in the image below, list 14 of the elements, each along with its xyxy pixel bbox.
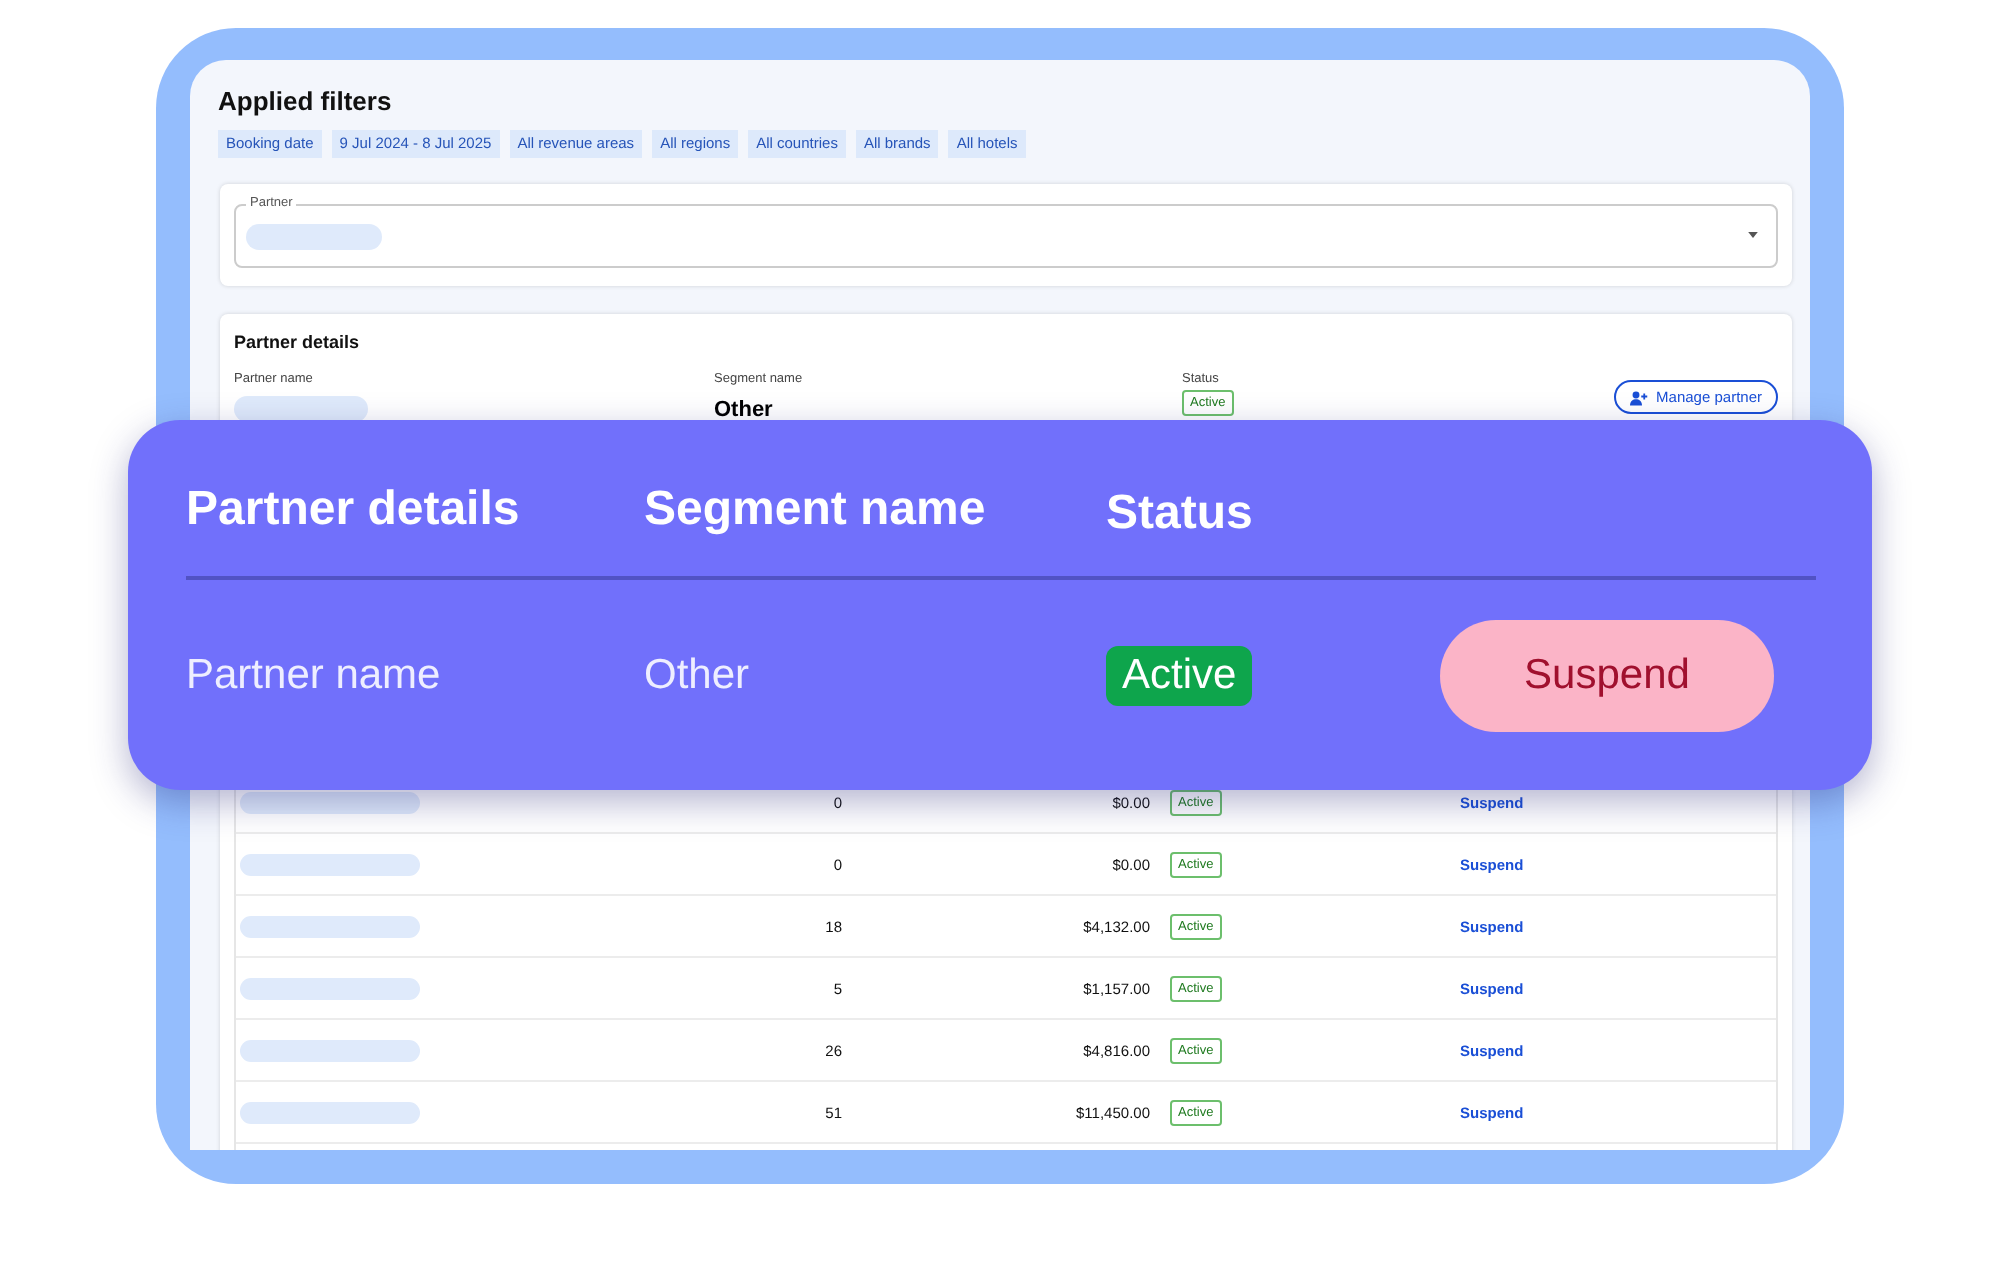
segment-text: Other bbox=[644, 652, 752, 700]
field-value: Other bbox=[714, 398, 775, 422]
placeholder-bar bbox=[234, 396, 368, 422]
column-header: Status bbox=[1106, 486, 1255, 542]
placeholder-bar bbox=[246, 223, 382, 249]
caret-icon bbox=[1748, 232, 1758, 238]
section-title: Partner details bbox=[234, 332, 362, 352]
person-add-icon bbox=[1630, 389, 1649, 405]
column-header: Segment name bbox=[644, 482, 988, 538]
suspend-button[interactable]: Suspend bbox=[1440, 620, 1774, 732]
section-title: Applied filters bbox=[218, 88, 394, 116]
status-badge: Active bbox=[1106, 646, 1253, 706]
partner-name-text: Partner name bbox=[186, 652, 443, 700]
column-header: Partner details bbox=[186, 482, 522, 538]
